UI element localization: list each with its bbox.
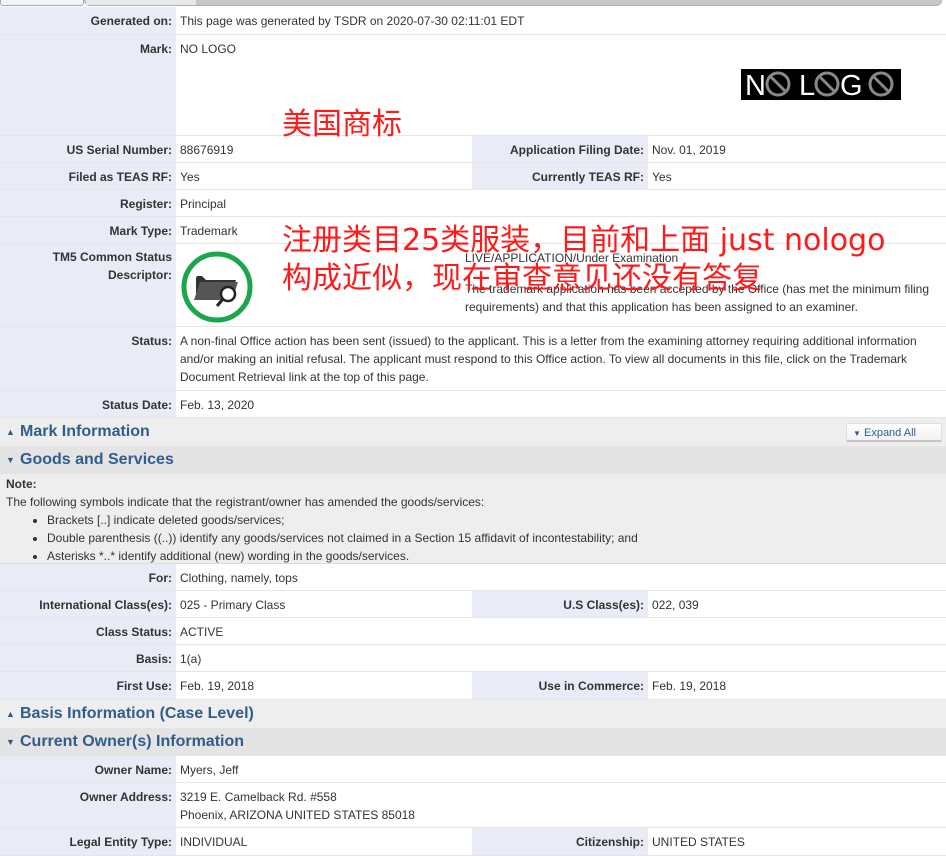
teas-filed-value: Yes — [176, 163, 472, 189]
owner-address-value: 3219 E. Camelback Rd. #558 Phoenix, ARIZ… — [176, 783, 946, 827]
generated-on-label: Generated on: — [0, 7, 176, 34]
folder-search-icon — [180, 250, 254, 324]
expand-all-button[interactable]: ▼ Expand All — [846, 423, 942, 442]
mark-image-n: N — [745, 70, 766, 100]
generated-on-row: Generated on: This page was generated by… — [0, 7, 946, 35]
caret-down-icon: ▼ — [6, 455, 15, 465]
filing-date-value: Nov. 01, 2019 — [648, 136, 946, 162]
us-class-label: U.S Class(es): — [472, 591, 648, 617]
first-use-label: First Use: — [0, 672, 176, 699]
status-date-value: Feb. 13, 2020 — [176, 391, 946, 417]
tab-bar — [84, 0, 942, 6]
section-current-owner[interactable]: ▼ Current Owner(s) Information — [0, 728, 946, 756]
note-item: Asterisks *..* identify additional (new)… — [47, 547, 940, 565]
use-commerce-label: Use in Commerce: — [472, 672, 648, 699]
no-symbol-icon — [765, 71, 791, 97]
basis-row: Basis: 1(a) — [0, 645, 946, 672]
note-heading: Note: — [6, 477, 37, 491]
section-basis-information[interactable]: ▲ Basis Information (Case Level) — [0, 700, 946, 728]
status-date-label: Status Date: — [0, 391, 176, 417]
class-status-row: Class Status: ACTIVE — [0, 618, 946, 645]
section-goods-and-services[interactable]: ▼ Goods and Services — [0, 446, 946, 474]
mark-label: Mark: — [0, 35, 176, 135]
class-status-value: ACTIVE — [176, 618, 946, 644]
class-status-label: Class Status: — [0, 618, 176, 644]
address-line1: 3219 E. Camelback Rd. #558 — [180, 790, 337, 804]
basis-value: 1(a) — [176, 645, 946, 671]
mark-image: N L G — [741, 69, 901, 102]
first-use-value: Feb. 19, 2018 — [176, 672, 472, 699]
status-label: Status: — [0, 327, 176, 390]
use-commerce-value: Feb. 19, 2018 — [648, 672, 946, 699]
register-row: Register: Principal — [0, 190, 946, 217]
basis-label: Basis: — [0, 645, 176, 671]
owner-address-row: Owner Address: 3219 E. Camelback Rd. #55… — [0, 783, 946, 828]
status-value: A non-final Office action has been sent … — [176, 327, 946, 390]
serial-value: 88676919 — [176, 136, 472, 162]
caret-up-icon: ▲ — [6, 709, 15, 719]
for-row: For: Clothing, namely, tops — [0, 564, 946, 591]
citizenship-value: UNITED STATES — [648, 828, 946, 855]
tm5-label-line2: Descriptor: — [107, 268, 172, 282]
owner-name-row: Owner Name: Myers, Jeff — [0, 756, 946, 783]
intl-class-label: International Class(es): — [0, 591, 176, 617]
mark-type-value: Trademark — [176, 217, 946, 243]
note-item: Double parenthesis ((..)) identify any g… — [47, 529, 940, 547]
entity-label: Legal Entity Type: — [0, 828, 176, 855]
tm5-status-line: LIVE/APPLICATION/Under Examination — [465, 251, 679, 265]
tab-active[interactable] — [86, 0, 196, 5]
teas-filed-label: Filed as TEAS RF: — [0, 163, 176, 189]
teas-current-value: Yes — [648, 163, 946, 189]
owner-name-label: Owner Name: — [0, 756, 176, 782]
address-line2: Phoenix, ARIZONA UNITED STATES 85018 — [180, 808, 415, 822]
status-date-row: Status Date: Feb. 13, 2020 — [0, 391, 946, 418]
tab-left[interactable] — [0, 0, 84, 6]
no-symbol-icon — [814, 71, 840, 97]
browser-tab-strip — [0, 0, 946, 7]
citizenship-label: Citizenship: — [472, 828, 648, 855]
intl-class-value: 025 - Primary Class — [176, 591, 472, 617]
filing-date-label: Application Filing Date: — [472, 136, 648, 162]
caret-down-icon: ▼ — [6, 737, 15, 747]
for-label: For: — [0, 564, 176, 590]
section-title: Current Owner(s) Information — [20, 733, 245, 750]
note-intro: The following symbols indicate that the … — [6, 495, 485, 509]
generated-on-value: This page was generated by TSDR on 2020-… — [176, 7, 946, 34]
teas-row: Filed as TEAS RF: Yes Currently TEAS RF:… — [0, 163, 946, 190]
no-symbol-icon — [868, 71, 894, 97]
mark-image-g: G — [840, 70, 863, 100]
teas-current-label: Currently TEAS RF: — [472, 163, 648, 189]
section-title: Basis Information (Case Level) — [20, 705, 254, 722]
us-class-value: 022, 039 — [648, 591, 946, 617]
mark-image-l: L — [799, 70, 815, 100]
owner-address-label: Owner Address: — [0, 783, 176, 827]
expand-all-label: Expand All — [863, 427, 916, 439]
tm5-description: The trademark application has been accep… — [465, 282, 930, 314]
register-label: Register: — [0, 190, 176, 216]
note-list: Brackets [..] indicate deleted goods/ser… — [6, 511, 940, 565]
note-item: Brackets [..] indicate deleted goods/ser… — [47, 511, 940, 529]
serial-label: US Serial Number: — [0, 136, 176, 162]
for-value: Clothing, namely, tops — [176, 564, 946, 590]
section-title: Goods and Services — [20, 451, 174, 468]
tm5-label: TM5 Common Status Descriptor: — [0, 244, 176, 326]
caret-down-icon: ▼ — [853, 429, 861, 438]
entity-value: INDIVIDUAL — [176, 828, 472, 855]
owner-name-value: Myers, Jeff — [176, 756, 946, 782]
tm5-descriptor: LIVE/APPLICATION/Under Examination The t… — [465, 249, 935, 316]
register-value: Principal — [176, 190, 946, 216]
serial-row: US Serial Number: 88676919 Application F… — [0, 136, 946, 163]
status-row: Status: A non-final Office action has be… — [0, 327, 946, 391]
section-title: Mark Information — [20, 423, 150, 440]
section-mark-information[interactable]: ▲ Mark Information ▼ Expand All — [0, 418, 946, 446]
tm5-label-line1: TM5 Common Status — [52, 250, 172, 264]
mark-type-label: Mark Type: — [0, 217, 176, 243]
goods-note: Note: The following symbols indicate tha… — [0, 474, 946, 564]
entity-row: Legal Entity Type: INDIVIDUAL Citizenshi… — [0, 828, 946, 856]
mark-type-row: Mark Type: Trademark — [0, 217, 946, 244]
caret-up-icon: ▲ — [6, 427, 15, 437]
class-row: International Class(es): 025 - Primary C… — [0, 591, 946, 618]
use-row: First Use: Feb. 19, 2018 Use in Commerce… — [0, 672, 946, 700]
